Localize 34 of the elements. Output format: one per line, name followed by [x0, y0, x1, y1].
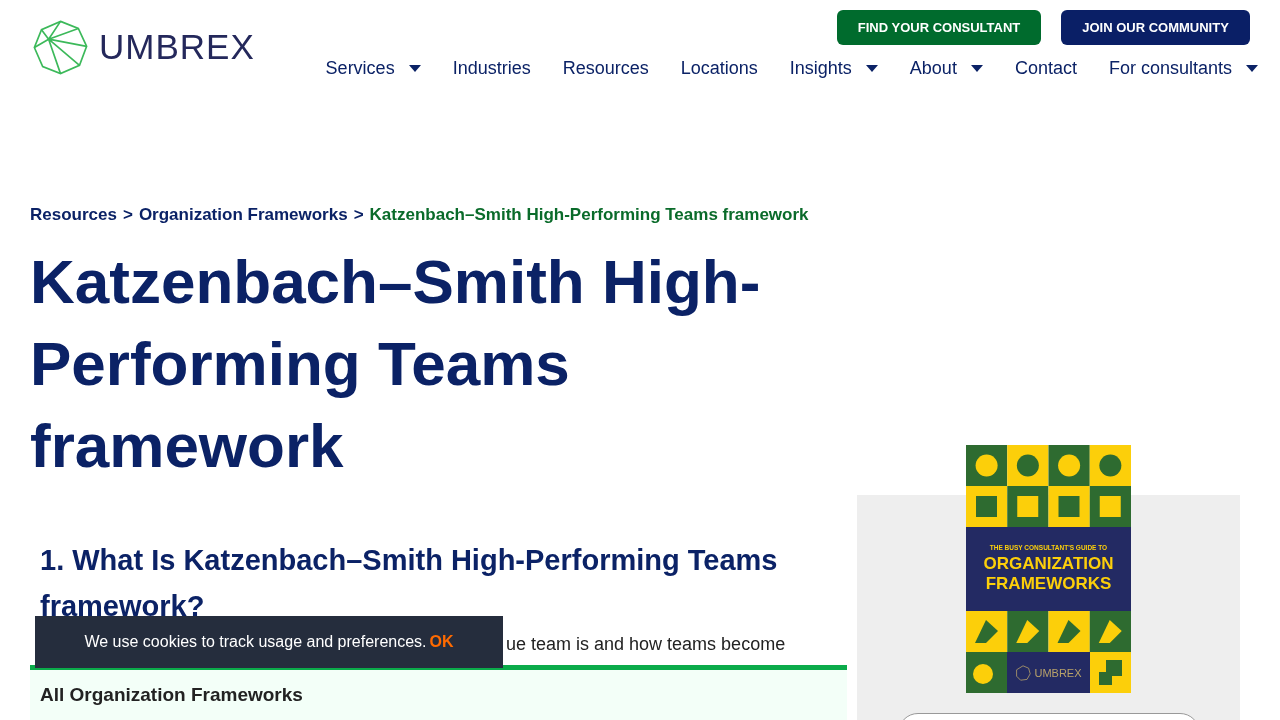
cookie-text: We use cookies to track usage and preferences.: [84, 633, 427, 651]
nav-link[interactable]: Resources: [562, 58, 649, 79]
caret-icon: [865, 65, 878, 72]
body-text: ue team is and how teams become: [506, 633, 787, 655]
caret-icon: [970, 65, 983, 72]
logo-text[interactable]: UMBREX: [99, 27, 255, 67]
tile-icon: [1090, 652, 1131, 693]
frameworks-bar[interactable]: All Organization Frameworks: [30, 665, 847, 720]
frameworks-label: All Organization Frameworks: [40, 684, 303, 706]
nav-link[interactable]: Contact: [1014, 58, 1077, 79]
breadcrumb-separator: >: [353, 205, 364, 225]
breadcrumb-current: Katzenbach–Smith High-Performing Teams framework: [369, 205, 809, 225]
join-community-button[interactable]: JOIN OUR COMMUNITY: [1061, 10, 1250, 45]
nav-link[interactable]: About: [909, 58, 983, 79]
nav-link[interactable]: Industries: [452, 58, 531, 79]
breadcrumb-link[interactable]: Resources: [30, 205, 117, 225]
logo-icon: [1015, 664, 1032, 681]
nav-link[interactable]: For consultants: [1108, 58, 1258, 79]
caret-icon: [1246, 65, 1258, 72]
tile-icon: [966, 652, 1007, 693]
nav-link[interactable]: Locations: [680, 58, 758, 79]
page-title: Katzenbach–Smith High-Performing Teams framework: [30, 246, 762, 482]
caret-icon: [408, 65, 421, 72]
section-heading: 1. What Is Katzenbach–Smith High-Performing Teams framework?: [40, 543, 779, 624]
cover-brand: UMBREX: [1034, 666, 1082, 679]
breadcrumb-separator: >: [122, 205, 133, 225]
cover-title: FRAMEWORKS: [985, 574, 1112, 594]
find-consultant-button[interactable]: FIND YOUR CONSULTANT: [837, 10, 1041, 45]
ok-button[interactable]: OK: [429, 633, 454, 651]
breadcrumb-link[interactable]: Organization Frameworks: [138, 205, 348, 225]
nav-link[interactable]: Insights: [789, 58, 878, 79]
cover-title: ORGANIZATION: [983, 554, 1114, 574]
logo-icon: [32, 18, 89, 76]
nav-link[interactable]: Services: [325, 58, 421, 79]
